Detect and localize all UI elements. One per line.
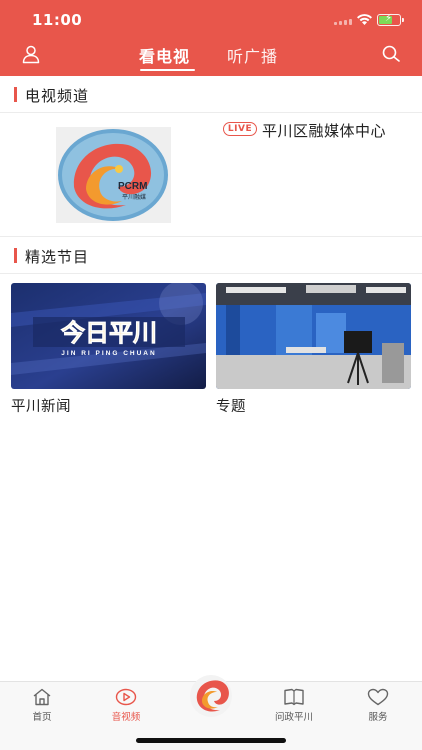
program-card-special[interactable]: 专题 <box>216 283 411 416</box>
section-title-tv-channels: 电视频道 <box>25 87 90 105</box>
section-accent-bar <box>14 87 17 102</box>
active-tab-indicator <box>140 69 195 71</box>
divider <box>0 273 422 274</box>
battery-icon: ⚡ <box>377 13 404 26</box>
program-thumbnail: 今日平川 JIN RI PING CHUAN <box>11 283 206 389</box>
tab-watch-tv[interactable]: 看电视 <box>139 43 190 67</box>
user-icon[interactable] <box>21 44 41 64</box>
bottom-tab-media[interactable]: 音视频 <box>84 688 168 728</box>
status-time: 11:00 <box>32 11 83 29</box>
bottom-tab-label: 音视频 <box>111 712 141 723</box>
app-header: 11:00 ⚡ 看电视 听广播 <box>0 0 422 76</box>
channel-logo-image: PCRM 平川融媒 <box>56 127 171 223</box>
bottom-tab-home[interactable]: 首页 <box>0 688 84 728</box>
program-banner-title: 今日平川 <box>61 319 157 347</box>
program-card-news[interactable]: 今日平川 JIN RI PING CHUAN 平川新闻 <box>11 283 206 416</box>
section-accent-bar <box>14 248 17 263</box>
bottom-tab-label: 服务 <box>368 712 388 723</box>
live-badge: LIVE <box>223 122 257 136</box>
channel-logo-subtext: 平川融媒 <box>122 193 146 201</box>
home-indicator <box>136 738 286 743</box>
program-title[interactable]: 专题 <box>216 395 411 416</box>
tab-listen-radio[interactable]: 听广播 <box>227 43 278 67</box>
section-title-featured: 精选节目 <box>25 248 90 266</box>
channel-logo-text: PCRM <box>118 181 147 192</box>
bottom-tab-label: 问政平川 <box>274 712 313 723</box>
search-icon[interactable] <box>381 44 401 64</box>
bottom-tab-service[interactable]: 服务 <box>336 688 420 728</box>
channel-card[interactable]: PCRM 平川融媒 LIVE 平川区融媒体中心 <box>0 113 422 236</box>
bottom-tab-inquiry[interactable]: 问政平川 <box>252 688 336 728</box>
status-bar: 11:00 ⚡ <box>0 0 422 40</box>
program-title[interactable]: 平川新闻 <box>11 395 206 416</box>
video-play-icon <box>115 688 137 706</box>
section-tv-channels: 电视频道 <box>0 76 422 112</box>
cellular-signal-icon <box>334 19 354 25</box>
top-nav: 看电视 听广播 <box>0 40 422 76</box>
bottom-tab-label: 首页 <box>32 712 52 723</box>
book-icon <box>284 688 304 706</box>
program-thumbnail <box>216 283 411 389</box>
channel-name[interactable]: 平川区融媒体中心 <box>262 120 386 141</box>
program-banner-subtitle: JIN RI PING CHUAN <box>61 350 156 357</box>
bottom-tab-bar: 首页 音视频 问政平川 服务 <box>0 675 422 750</box>
home-icon <box>33 688 51 706</box>
center-logo-icon[interactable] <box>189 674 233 718</box>
section-featured-programs: 精选节目 <box>0 237 422 273</box>
heart-icon <box>367 688 389 706</box>
wifi-icon <box>357 14 372 25</box>
